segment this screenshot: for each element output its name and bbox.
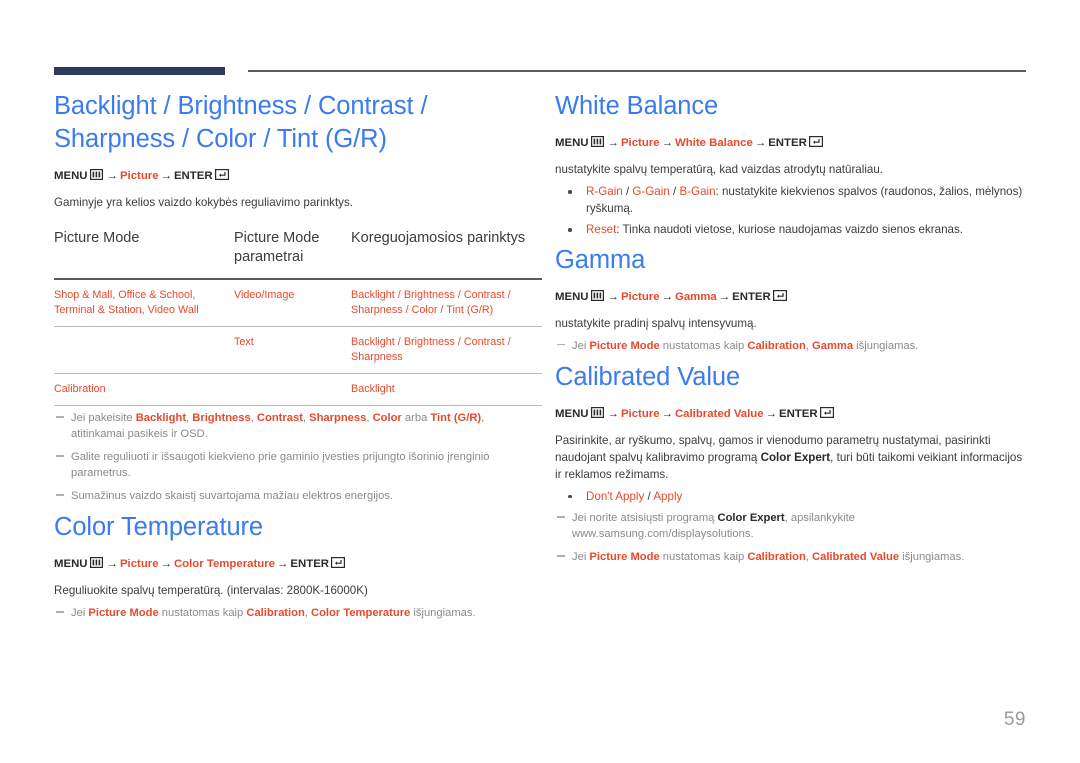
- list-item: Don't Apply / Apply: [555, 489, 1027, 506]
- menu-grid-icon: [590, 406, 604, 424]
- page-number: 59: [1003, 709, 1026, 730]
- table-header-picture-mode: Picture Mode: [54, 229, 234, 280]
- path-step-picture: Picture: [119, 558, 159, 570]
- path-arrow-2: →: [160, 170, 172, 182]
- header-rule-thin: [248, 70, 1026, 72]
- menu-path-calibrated-value: MENU → Picture → Calibrated Value → ENTER: [555, 406, 1027, 424]
- menu-label: MENU: [555, 137, 589, 149]
- list-item: Reset: Tinka naudoti vietose, kuriose na…: [555, 222, 1027, 239]
- cell-adjustable-options: Backlight / Brightness / Contrast / Shar…: [351, 279, 542, 327]
- path-step-color-temperature: Color Temperature: [173, 558, 276, 570]
- table-row: Calibration Backlight: [54, 373, 542, 406]
- path-arrow-2: →: [160, 558, 172, 570]
- enter-label: ENTER: [173, 170, 213, 182]
- path-step-white-balance: White Balance: [674, 137, 753, 149]
- list-item: Sumažinus vaizdo skaistį suvartojama maž…: [54, 488, 524, 504]
- list-item: R-Gain / G-Gain / B-Gain: nustatykite ki…: [555, 184, 1027, 217]
- enter-label: ENTER: [732, 290, 771, 303]
- enter-label: ENTER: [768, 137, 807, 149]
- intro-paragraph-calibrated-value: Pasirinkite, ar ryškumo, spalvų, gamos i…: [555, 433, 1023, 481]
- list-item: Jei Picture Mode nustatomas kaip Calibra…: [555, 338, 1027, 354]
- path-arrow-2: →: [661, 137, 673, 149]
- enter-return-icon: [772, 289, 787, 307]
- cell-adjustable-options: Backlight / Brightness / Contrast / Shar…: [351, 326, 542, 374]
- path-arrow-1: →: [106, 170, 118, 182]
- path-step-picture: Picture: [620, 407, 660, 420]
- menu-label: MENU: [555, 290, 589, 303]
- notes-list-calibrated-value: Jei norite atsisiųsti programą Color Exp…: [555, 510, 1027, 565]
- table-header-adjustable-options: Koreguojamosios parinktys: [351, 229, 542, 280]
- menu-label: MENU: [555, 407, 589, 420]
- path-arrow-3: →: [754, 137, 767, 149]
- menu-path-gamma: MENU → Picture → Gamma → ENTER: [555, 289, 1027, 307]
- path-step-picture: Picture: [119, 170, 159, 182]
- cell-picture-mode-params: [234, 373, 351, 406]
- list-item: Jei norite atsisiųsti programą Color Exp…: [555, 510, 1027, 542]
- path-arrow-3: →: [718, 290, 731, 303]
- section-title-calibrated-value: Calibrated Value: [555, 362, 741, 391]
- cell-picture-mode-params: Text: [234, 326, 351, 374]
- picture-mode-table: Picture Mode Picture Mode parametrai Kor…: [54, 229, 542, 406]
- path-arrow-2: →: [661, 407, 673, 420]
- list-item: Jei pakeisite Backlight, Brightness, Con…: [54, 410, 524, 442]
- menu-grid-icon: [590, 136, 604, 153]
- enter-return-icon: [214, 169, 229, 186]
- table-header-row: Picture Mode Picture Mode parametrai Kor…: [54, 229, 542, 280]
- menu-path-color-temperature: MENU → Picture → Color Temperature → ENTER: [54, 556, 524, 574]
- intro-paragraph-picture: Gaminyje yra kelios vaizdo kokybės regul…: [54, 196, 353, 209]
- path-arrow-1: →: [607, 137, 619, 149]
- menu-grid-icon: [590, 289, 604, 307]
- page-title-picture-settings: Backlight / Brightness / Contrast / Shar…: [54, 92, 428, 153]
- notes-list-color-temperature: Jei Picture Mode nustatomas kaip Calibra…: [54, 605, 524, 621]
- enter-return-icon: [331, 557, 346, 574]
- path-arrow-3: →: [765, 407, 777, 420]
- table-row: Shop & Mall, Office & School, Terminal &…: [54, 279, 542, 327]
- cell-picture-mode-params: Video/Image: [234, 279, 351, 327]
- list-item: Jei Picture Mode nustatomas kaip Calibra…: [54, 605, 524, 621]
- header-rule: [54, 66, 1026, 78]
- path-step-picture: Picture: [620, 290, 660, 303]
- enter-return-icon: [808, 136, 823, 153]
- intro-paragraph-white-balance: nustatykite spalvų temperatūrą, kad vaiz…: [555, 163, 884, 176]
- menu-grid-icon: [89, 169, 103, 186]
- path-arrow-1: →: [607, 290, 619, 303]
- path-step-gamma: Gamma: [674, 290, 717, 303]
- path-step-calibrated-value: Calibrated Value: [674, 407, 764, 420]
- enter-label: ENTER: [290, 558, 330, 570]
- path-step-picture: Picture: [620, 137, 660, 149]
- menu-path-picture: MENU → Picture → ENTER: [54, 168, 524, 186]
- path-arrow-2: →: [661, 290, 673, 303]
- path-arrow-3: →: [277, 558, 289, 570]
- bullet-list-calibrated-value: Don't Apply / Apply: [555, 489, 1027, 506]
- menu-label: MENU: [54, 558, 88, 570]
- menu-grid-icon: [89, 557, 103, 574]
- header-rule-thick: [54, 67, 225, 75]
- cell-picture-mode: [54, 326, 234, 374]
- cell-picture-mode: Calibration: [54, 373, 234, 406]
- section-title-gamma: Gamma: [555, 245, 646, 274]
- intro-paragraph-color-temperature: Reguliuokite spalvų temperatūrą. (interv…: [54, 584, 368, 597]
- right-column: White Balance MENU → Picture → White Balance…: [555, 90, 1027, 572]
- intro-paragraph-gamma: nustatykite pradinį spalvų intensyvumą.: [555, 316, 757, 330]
- table-row: Text Backlight / Brightness / Contrast /…: [54, 326, 542, 374]
- cell-picture-mode: Shop & Mall, Office & School, Terminal &…: [54, 279, 234, 327]
- cell-adjustable-options: Backlight: [351, 373, 542, 406]
- enter-label: ENTER: [778, 407, 818, 420]
- path-arrow-1: →: [607, 407, 619, 420]
- left-column: Backlight / Brightness / Contrast / Shar…: [54, 90, 542, 628]
- enter-return-icon: [819, 406, 834, 424]
- list-item: Jei Picture Mode nustatomas kaip Calibra…: [555, 549, 1027, 565]
- menu-label: MENU: [54, 170, 88, 182]
- path-arrow-1: →: [106, 558, 118, 570]
- section-title-white-balance: White Balance: [555, 92, 719, 120]
- notes-list-gamma: Jei Picture Mode nustatomas kaip Calibra…: [555, 338, 1027, 354]
- notes-list-picture: Jei pakeisite Backlight, Brightness, Con…: [54, 410, 524, 504]
- bullet-list-white-balance: R-Gain / G-Gain / B-Gain: nustatykite ki…: [555, 184, 1027, 239]
- menu-path-white-balance: MENU → Picture → White Balance → ENTER: [555, 135, 1027, 153]
- picture-mode-table-body: Shop & Mall, Office & School, Terminal &…: [54, 279, 542, 406]
- section-title-color-temperature: Color Temperature: [54, 513, 264, 541]
- list-item: Galite reguliuoti ir išsaugoti kiekvieno…: [54, 449, 524, 481]
- table-header-picture-mode-params: Picture Mode parametrai: [234, 229, 351, 280]
